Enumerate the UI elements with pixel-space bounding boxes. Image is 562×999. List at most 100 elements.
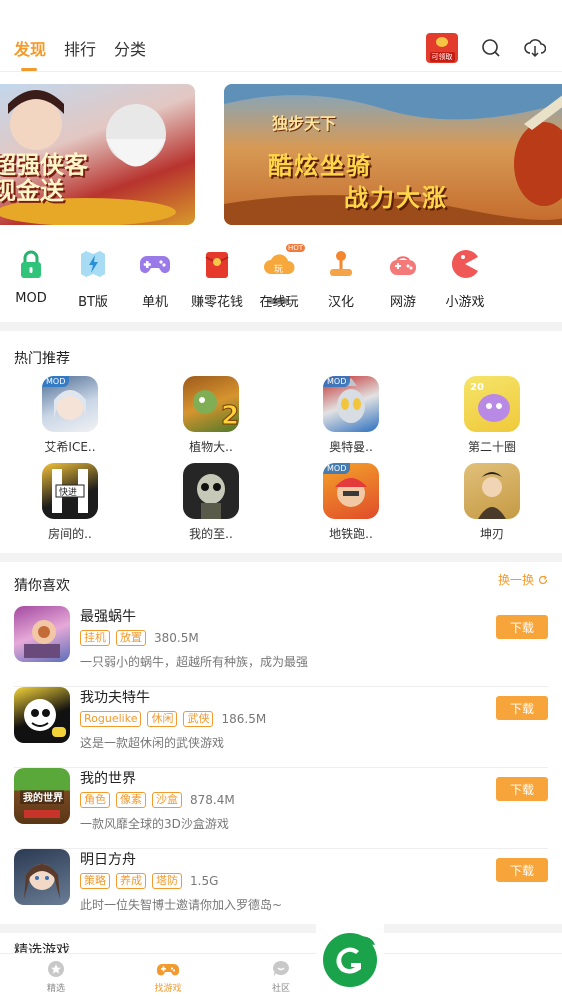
download-icon[interactable]: [524, 37, 546, 59]
refresh-button[interactable]: 换一换: [498, 571, 548, 588]
header-actions: 可领取: [426, 33, 546, 63]
nav-community[interactable]: 社区: [251, 960, 311, 994]
banner-hero-game[interactable]: 超强侠客 现金送: [0, 84, 195, 225]
category-label: 单机: [141, 295, 168, 310]
download-button[interactable]: 下载: [496, 858, 548, 882]
game-tag: 角色: [80, 792, 110, 808]
game-list-item[interactable]: 明日方舟 策略 养成 塔防 1.5G 此时一位失智博士邀请你加入罗德岛~ 下载: [0, 849, 562, 930]
category-online-games[interactable]: 网游: [372, 248, 434, 310]
nav-label: 找游戏: [154, 984, 182, 994]
svg-text:20: 20: [470, 382, 484, 393]
search-icon[interactable]: [480, 37, 502, 59]
banner-headline-2: 战力大涨: [344, 183, 448, 212]
game-name: 房间的..: [48, 527, 92, 541]
game-tag: 养成: [116, 873, 146, 889]
nav-label: 社区: [271, 984, 290, 994]
banner-tagline: 独步天下: [272, 114, 337, 133]
cloud-play-icon: HOT 玩: [263, 244, 305, 280]
game-tags: Roguelike 休闲 武侠 186.5M: [80, 711, 266, 727]
game-tag: 塔防: [152, 873, 182, 889]
hot-game-item[interactable]: MOD 艾希ICE..: [30, 376, 110, 455]
mod-tag: MOD: [323, 463, 351, 474]
hot-game-item[interactable]: 2 植物大..: [171, 376, 251, 455]
category-online-play[interactable]: HOT 玩 在线玩: [248, 244, 310, 310]
banner-mount-game[interactable]: 独步天下 酷炫坐骑 战力大涨: [224, 84, 562, 225]
bt-shield-icon: [77, 248, 109, 280]
game-list-item[interactable]: 我的世界 我的世界 角色 像素 沙盒 878.4M 一款风靡全球的3D沙盒游戏 …: [0, 768, 562, 849]
nav-featured[interactable]: 精选: [26, 960, 86, 994]
game-list-item[interactable]: 我功夫特牛 Roguelike 休闲 武侠 186.5M 这是一款超休闲的武侠游…: [0, 687, 562, 768]
tab-discover[interactable]: 发现: [14, 36, 46, 71]
game-tag: 武侠: [183, 711, 214, 727]
category-earn-money[interactable]: 赚零花钱: [186, 248, 248, 310]
category-single[interactable]: 单机: [124, 248, 186, 310]
banner-line-1: 超强侠客: [0, 150, 88, 179]
game-icon: MOD: [42, 376, 98, 432]
game-description: 一款风靡全球的3D沙盒游戏: [80, 817, 229, 831]
category-label: BT版: [78, 295, 108, 310]
hot-game-item[interactable]: 快进 房间的..: [30, 463, 110, 542]
hot-game-item[interactable]: 我的至..: [171, 463, 251, 542]
download-button[interactable]: 下载: [496, 615, 548, 639]
banner-headline-1: 酷炫坐骑: [268, 151, 372, 180]
game-name: 地铁跑..: [329, 527, 373, 541]
game-icon: [464, 463, 520, 519]
game-tag: 沙盒: [152, 792, 182, 808]
game-icon: [14, 849, 70, 905]
category-bt[interactable]: BT版: [62, 248, 124, 310]
category-label: 小游戏: [445, 295, 485, 310]
game-controller-icon: [387, 248, 419, 280]
game-icon: MOD: [323, 463, 379, 519]
game-tags: 策略 养成 塔防 1.5G: [80, 873, 218, 889]
coin-icon: [436, 37, 448, 47]
mod-tag: MOD: [42, 376, 70, 387]
banner-carousel[interactable]: 超强侠客 现金送 独步天下 酷炫坐骑 战力大涨: [0, 84, 562, 304]
category-mini-games[interactable]: 小游戏: [434, 248, 496, 310]
game-list-item[interactable]: 最强蜗牛 挂机 放置 380.5M 一只弱小的蜗牛，超越所有种族，成为最强 下载: [0, 606, 562, 687]
tab-category[interactable]: 分类: [114, 36, 146, 60]
game-description: 这是一款超休闲的武侠游戏: [80, 736, 225, 750]
refresh-icon: [538, 575, 548, 584]
game-tags: 挂机 放置 380.5M: [80, 630, 199, 646]
game-icon: [183, 463, 239, 519]
game-tag: 挂机: [80, 630, 110, 646]
hot-game-item[interactable]: 20 第二十圈: [452, 376, 532, 455]
download-button[interactable]: 下载: [496, 777, 548, 801]
red-envelope-icon: [201, 248, 233, 280]
banner-line-2: 现金送: [0, 176, 64, 206]
play-badge: 玩: [274, 265, 284, 275]
category-label: 在线玩: [259, 295, 299, 310]
game-name: 第二十圈: [467, 440, 516, 454]
svg-text:我的世界: 我的世界: [23, 791, 63, 804]
category-label: 汉化: [327, 295, 354, 310]
bottom-nav: 精选 找游戏 社区: [0, 953, 562, 999]
hot-game-item[interactable]: 坤刃: [452, 463, 532, 542]
game-name: 最强蜗牛: [80, 609, 136, 625]
game-name: 我的世界: [80, 771, 136, 787]
game-name: 坤刃: [479, 527, 504, 541]
tab-ranking[interactable]: 排行: [64, 36, 96, 60]
game-tag: 休闲: [147, 711, 178, 727]
guess-section-title: 猜你喜欢: [14, 578, 70, 594]
download-button[interactable]: 下载: [496, 696, 548, 720]
game-description: 此时一位失智博士邀请你加入罗德岛~: [80, 898, 283, 912]
section-divider: [0, 322, 562, 331]
category-chinese[interactable]: 汉化: [310, 248, 372, 310]
top-bar: 发现 排行 分类 可领取: [0, 0, 562, 72]
gamepad-icon: [157, 964, 179, 976]
game-size: 878.4M: [190, 793, 235, 807]
nav-find-games[interactable]: 找游戏: [138, 960, 198, 994]
category-mod[interactable]: MOD: [0, 248, 62, 306]
hot-game-item[interactable]: MOD 地铁跑..: [311, 463, 391, 542]
top-tabs: 发现 排行 分类: [14, 36, 146, 71]
game-icon: 20: [464, 376, 520, 432]
game-name: 明日方舟: [80, 852, 136, 868]
red-envelope-icon[interactable]: 可领取: [426, 33, 458, 63]
game-name: 植物大..: [189, 440, 233, 454]
game-size: 380.5M: [154, 631, 199, 645]
refresh-label: 换一换: [497, 573, 534, 587]
game-tag: 像素: [116, 792, 146, 808]
hot-game-item[interactable]: MOD 奥特曼..: [311, 376, 391, 455]
game-icon: [14, 606, 70, 662]
category-grid: MOD BT版 单机 赚零花钱 HOT 玩 在线玩 汉化 网游 小游戏: [0, 244, 562, 312]
